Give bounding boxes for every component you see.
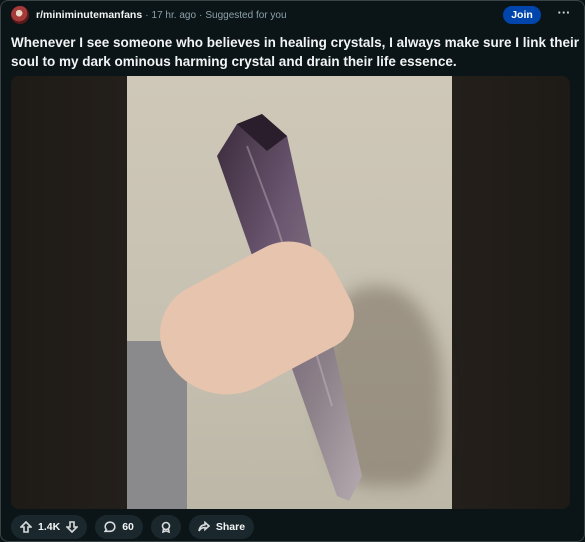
post-meta-separator: · — [145, 9, 149, 21]
post-card[interactable]: r/miniminutemanfans · 17 hr. ago · Sugge… — [0, 0, 585, 542]
post-age: 17 hr. ago — [151, 9, 197, 21]
comment-count: 60 — [122, 521, 134, 533]
upvote-icon[interactable] — [20, 521, 32, 533]
more-icon[interactable]: ··· — [554, 6, 574, 24]
subreddit-avatar[interactable] — [11, 6, 29, 24]
award-button[interactable] — [150, 515, 181, 539]
award-icon — [161, 521, 171, 533]
subreddit-name[interactable]: r/miniminutemanfans — [36, 9, 142, 21]
vote-pill: 1.4K — [11, 515, 88, 539]
post-image[interactable] — [11, 76, 570, 509]
downvote-icon[interactable] — [66, 521, 79, 533]
share-label: Share — [215, 521, 246, 533]
crystal-photo — [127, 76, 452, 509]
vote-count: 1.4K — [38, 521, 61, 533]
action-bar: 1.4K 60 Share — [11, 515, 255, 539]
suggested-label: Suggested for you — [205, 9, 287, 21]
share-icon — [198, 521, 210, 532]
comment-icon — [104, 521, 116, 533]
join-button[interactable]: Join — [503, 6, 541, 24]
post-meta-separator: · — [199, 9, 203, 21]
share-button[interactable]: Share — [188, 515, 255, 539]
post-title[interactable]: Whenever I see someone who believes in h… — [11, 33, 581, 71]
comments-button[interactable]: 60 — [95, 515, 143, 539]
post-header: r/miniminutemanfans · 17 hr. ago · Sugge… — [11, 6, 574, 24]
